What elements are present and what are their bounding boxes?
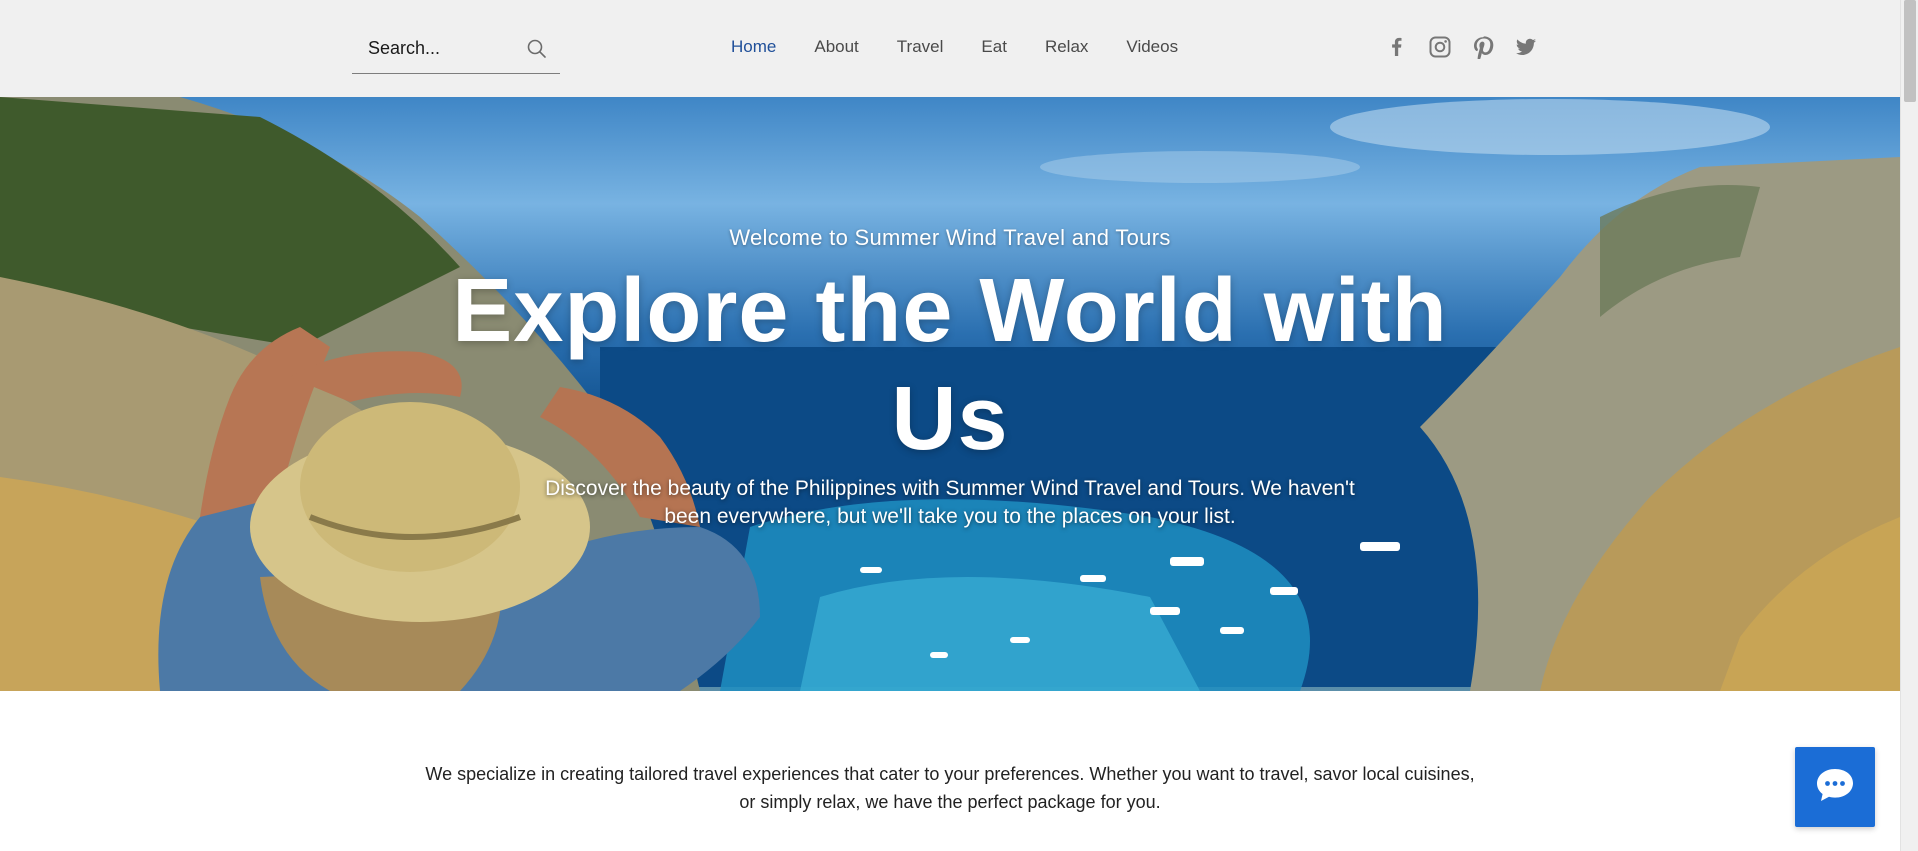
- nav-eat[interactable]: Eat: [962, 34, 1026, 60]
- hero-description: Discover the beauty of the Philippines w…: [545, 477, 1355, 528]
- facebook-icon[interactable]: [1383, 33, 1410, 60]
- hero-content: Welcome to Summer Wind Travel and Tours …: [0, 97, 1900, 691]
- hero-welcome-text: Welcome to Summer Wind Travel and Tours: [729, 225, 1171, 250]
- search-icon[interactable]: [524, 36, 550, 62]
- pinterest-icon[interactable]: [1469, 33, 1496, 60]
- scrollbar-thumb[interactable]: [1904, 0, 1916, 102]
- nav-travel[interactable]: Travel: [878, 34, 963, 60]
- search-box: [352, 24, 560, 74]
- social-links: [1383, 33, 1539, 61]
- chat-icon: [1813, 765, 1857, 810]
- nav-relax[interactable]: Relax: [1026, 34, 1107, 60]
- site-header: Home About Travel Eat Relax Videos: [0, 0, 1900, 97]
- search-input[interactable]: [368, 34, 518, 62]
- instagram-icon[interactable]: [1426, 33, 1453, 60]
- hero-banner: Welcome to Summer Wind Travel and Tours …: [0, 97, 1900, 691]
- page-scrollbar[interactable]: [1900, 0, 1918, 851]
- chat-button[interactable]: [1795, 747, 1875, 827]
- nav-videos[interactable]: Videos: [1107, 34, 1197, 60]
- nav-about[interactable]: About: [795, 34, 877, 60]
- main-nav: Home About Travel Eat Relax Videos: [712, 34, 1197, 60]
- nav-home[interactable]: Home: [712, 34, 795, 60]
- intro-paragraph: We specialize in creating tailored trave…: [425, 764, 1475, 812]
- twitter-icon[interactable]: [1512, 33, 1539, 60]
- hero-title: Explore the World with Us: [452, 261, 1448, 469]
